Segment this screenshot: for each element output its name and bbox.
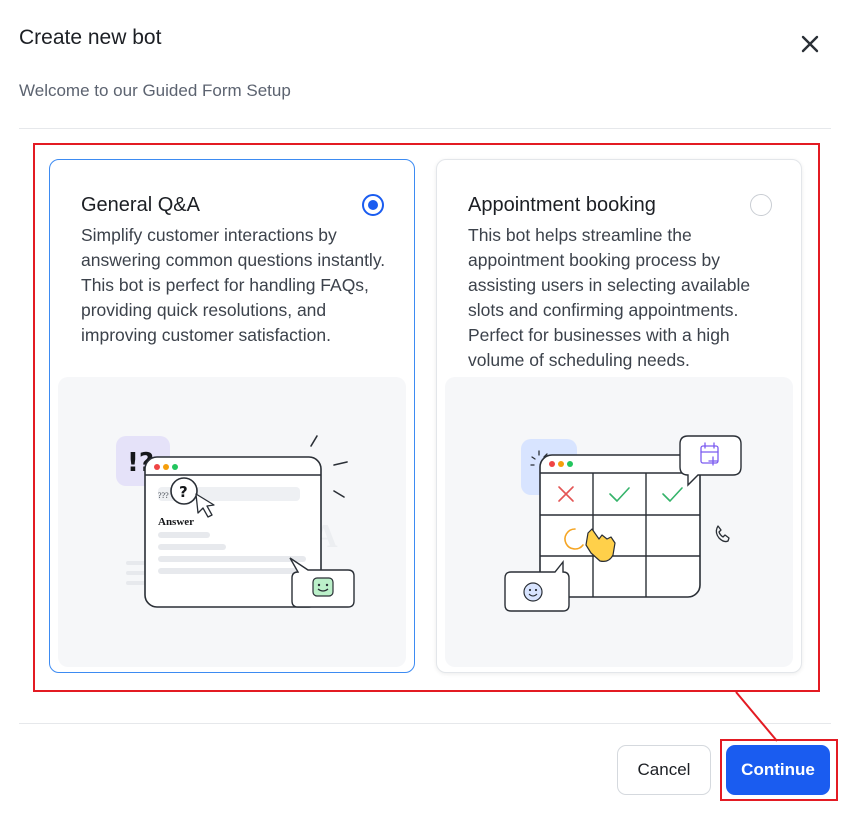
footer-divider	[19, 723, 831, 724]
dialog-title: Create new bot	[19, 26, 162, 49]
annotation-highlight-continue	[720, 739, 838, 801]
annotation-highlight-options	[33, 143, 820, 692]
close-icon	[801, 35, 819, 53]
close-button[interactable]	[796, 30, 824, 58]
header-divider	[19, 128, 831, 129]
cancel-button[interactable]: Cancel	[617, 745, 711, 795]
dialog-subtitle: Welcome to our Guided Form Setup	[19, 81, 291, 100]
